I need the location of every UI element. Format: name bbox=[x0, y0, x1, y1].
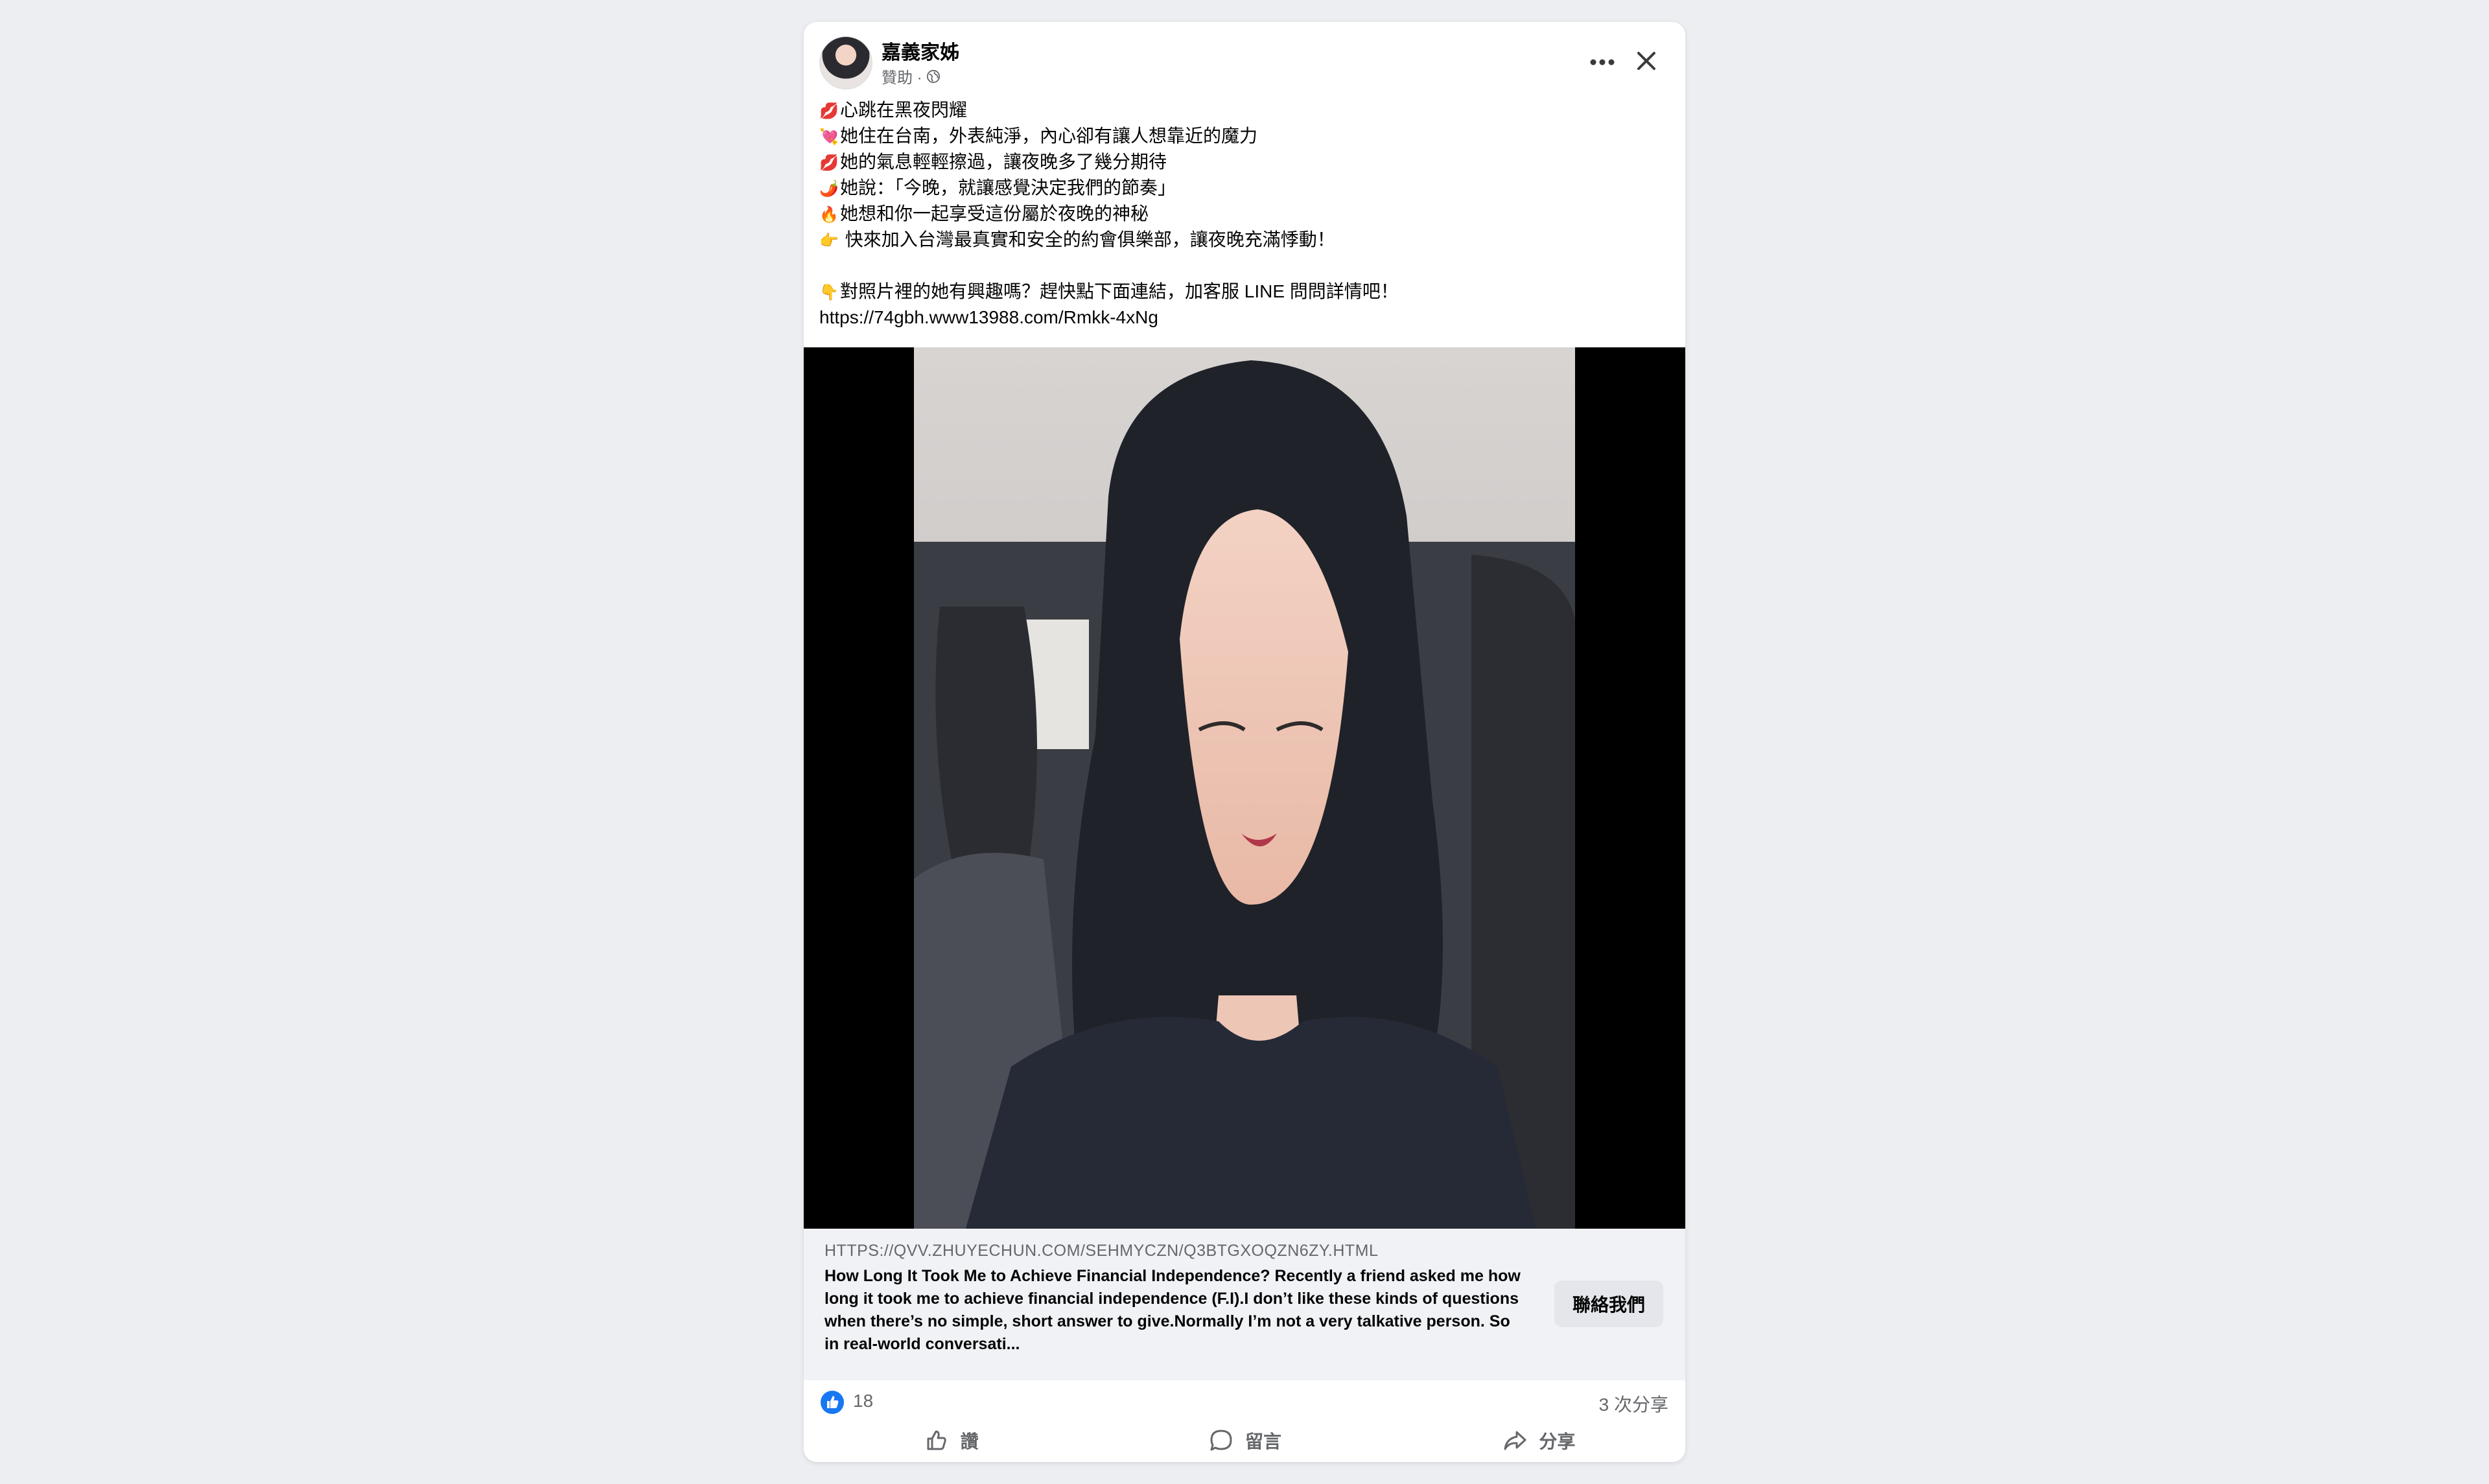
caption-line: 💘她住在台南，外表純淨，內心卻有讓人想靠近的魔力 bbox=[819, 123, 1668, 149]
pointing-down-icon: 👇 bbox=[819, 284, 839, 301]
share-button[interactable]: 分享 bbox=[1392, 1419, 1685, 1462]
lips-icon: 💋 bbox=[819, 154, 839, 172]
caption-line: 💋心跳在黑夜閃耀 bbox=[819, 97, 1668, 123]
post-media[interactable] bbox=[804, 347, 1685, 1229]
caption-line: 👉 快來加入台灣最真實和安全的約會俱樂部，讓夜晚充滿悸動！ bbox=[819, 227, 1668, 253]
share-count[interactable]: 3 次分享 bbox=[1599, 1391, 1668, 1417]
like-reaction-icon[interactable] bbox=[821, 1391, 844, 1414]
page-name[interactable]: 嘉義家姊 bbox=[882, 36, 959, 65]
caption-url[interactable]: https://74gbh.www13988.com/Rmkk-4xNg bbox=[819, 305, 1668, 330]
comment-button[interactable]: 留言 bbox=[1097, 1419, 1391, 1462]
page-avatar[interactable] bbox=[819, 36, 872, 89]
pointing-right-icon: 👉 bbox=[819, 232, 839, 249]
more-dots-icon[interactable] bbox=[1584, 49, 1620, 75]
comment-label: 留言 bbox=[1244, 1432, 1281, 1452]
post-actions: 讚 留言 分享 bbox=[804, 1419, 1685, 1462]
globe-icon bbox=[926, 69, 940, 83]
close-icon[interactable] bbox=[1631, 45, 1662, 76]
link-domain[interactable]: HTTPS://QVV.ZHUYECHUN.COM/SEHMYCZN/Q3BTG… bbox=[824, 1242, 1378, 1260]
post-header: 嘉義家姊 贊助 · bbox=[804, 22, 1685, 92]
caption-spacer bbox=[819, 253, 1668, 279]
caption-line: 🌶️她說：「今晚，就讓感覺決定我們的節奏」 bbox=[819, 175, 1668, 201]
sponsored-label[interactable]: 贊助 · bbox=[882, 65, 922, 87]
caption-line: 💋她的氣息輕輕擦過，讓夜晚多了幾分期待 bbox=[819, 149, 1668, 175]
share-label: 分享 bbox=[1539, 1432, 1576, 1452]
thumbs-up-icon bbox=[927, 1430, 946, 1450]
lips-icon: 💋 bbox=[819, 102, 839, 120]
caption-line: 🔥她想和你一起享受這份屬於夜晚的神秘 bbox=[819, 201, 1668, 227]
caption-line: 👇對照片裡的她有興趣嗎？趕快點下面連結，加客服 LINE 問問詳情吧！ bbox=[819, 279, 1668, 305]
like-button[interactable]: 讚 bbox=[804, 1419, 1097, 1462]
link-preview[interactable]: HTTPS://QVV.ZHUYECHUN.COM/SEHMYCZN/Q3BTG… bbox=[804, 1229, 1685, 1380]
contact-us-button[interactable]: 聯絡我們 bbox=[1554, 1281, 1663, 1327]
post-stats: 18 3 次分享 bbox=[804, 1380, 1685, 1419]
comment-icon bbox=[1210, 1430, 1232, 1451]
chili-pepper-icon: 🌶️ bbox=[819, 180, 839, 198]
link-description[interactable]: How Long It Took Me to Achieve Financial… bbox=[824, 1265, 1525, 1356]
share-arrow-icon bbox=[1504, 1431, 1526, 1450]
post-meta: 贊助 · bbox=[882, 65, 941, 87]
heart-arrow-icon: 💘 bbox=[819, 128, 839, 146]
sponsored-post-card: 嘉義家姊 贊助 · 💋心跳在黑夜閃耀 💘她住在台南，外表純淨，內心卻有讓人想靠近… bbox=[804, 22, 1685, 1462]
like-count[interactable]: 18 bbox=[853, 1391, 873, 1411]
like-label: 讚 bbox=[960, 1432, 979, 1452]
fire-icon: 🔥 bbox=[819, 206, 839, 224]
post-photo[interactable] bbox=[914, 347, 1575, 1229]
post-caption: 💋心跳在黑夜閃耀 💘她住在台南，外表純淨，內心卻有讓人想靠近的魔力 💋她的氣息輕… bbox=[819, 97, 1668, 330]
